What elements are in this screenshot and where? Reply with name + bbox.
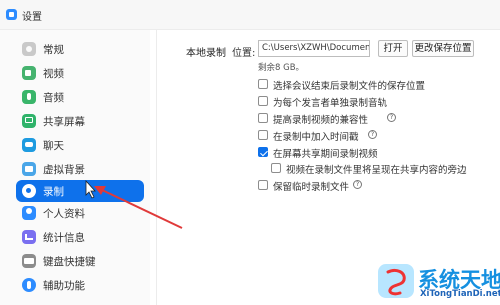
- sidebar-item-keyboard-shortcuts[interactable]: 键盘快捷键: [16, 250, 144, 272]
- change-location-button[interactable]: 更改保存位置: [412, 40, 474, 57]
- audio-icon: [22, 90, 36, 104]
- general-icon: [22, 42, 36, 56]
- keyboard-icon: [22, 254, 36, 268]
- title-bar: 设置: [0, 0, 500, 30]
- checkbox[interactable]: [258, 130, 268, 140]
- window-title: 设置: [22, 12, 42, 23]
- sidebar-item-label: 个人资料: [43, 208, 85, 220]
- help-icon[interactable]: ?: [368, 130, 377, 139]
- sidebar-item-label: 共享屏幕: [43, 116, 85, 128]
- checkbox[interactable]: [271, 163, 281, 173]
- option-label: 为每个发言者单独录制音轨: [273, 98, 388, 109]
- help-icon[interactable]: ?: [353, 180, 362, 189]
- option-label: 视频在录制文件里将呈现在共享内容的旁边: [286, 165, 467, 176]
- virtual-background-icon: [22, 162, 36, 176]
- accessibility-icon: [22, 278, 36, 292]
- sidebar-item-accessibility[interactable]: 辅助功能: [16, 274, 144, 296]
- zoom-app-icon: [6, 9, 17, 20]
- sidebar-item-label: 聊天: [43, 140, 64, 152]
- location-label: 位置:: [232, 48, 256, 59]
- sidebar-item-label: 录制: [43, 186, 64, 198]
- checkbox[interactable]: [258, 180, 268, 190]
- option-label: 选择会议结束后录制文件的保存位置: [273, 81, 426, 92]
- profile-icon: [22, 206, 36, 220]
- sidebar-item-chat[interactable]: 聊天: [16, 134, 144, 156]
- video-icon: [22, 66, 36, 80]
- option-label: 保留临时录制文件: [273, 182, 350, 193]
- sidebar-item-label: 常规: [43, 44, 64, 56]
- sidebar-item-label: 视频: [43, 68, 64, 80]
- help-icon[interactable]: ?: [387, 113, 396, 122]
- settings-sidebar: 常规 视频 音频 共享屏幕 聊天 虚拟背景 录制 个人资料 统计信息 键盘快捷键…: [0, 30, 150, 305]
- sidebar-item-general[interactable]: 常规: [16, 38, 144, 60]
- sidebar-item-label: 统计信息: [43, 232, 85, 244]
- checkbox[interactable]: [258, 79, 268, 89]
- sidebar-item-statistics[interactable]: 统计信息: [16, 226, 144, 248]
- panel-divider: [156, 30, 157, 305]
- sidebar-item-share-screen[interactable]: 共享屏幕: [16, 110, 144, 132]
- sidebar-item-virtual-background[interactable]: 虚拟背景: [16, 158, 144, 180]
- checkbox-checked[interactable]: [258, 147, 268, 157]
- watermark-url: XiTongTianDi.net: [420, 289, 500, 299]
- checkbox[interactable]: [258, 96, 268, 106]
- checkbox[interactable]: [258, 113, 268, 123]
- sidebar-item-label: 键盘快捷键: [43, 256, 96, 268]
- sidebar-item-label: 虚拟背景: [43, 164, 85, 176]
- option-label: 在屏幕共享期间录制视频: [273, 149, 378, 160]
- sidebar-item-label: 音频: [43, 92, 64, 104]
- record-icon: [22, 184, 36, 198]
- statistics-icon: [22, 230, 36, 244]
- remaining-space-text: 剩余8 GB。: [258, 63, 305, 73]
- option-label: 提高录制视频的兼容性: [273, 115, 369, 126]
- sidebar-item-video[interactable]: 视频: [16, 62, 144, 84]
- recording-path-field[interactable]: C:\Users\XZWH\Documents\Zoo: [258, 40, 370, 57]
- watermark-logo-icon: [378, 264, 414, 298]
- sidebar-item-profile[interactable]: 个人资料: [16, 202, 144, 224]
- sidebar-item-recording[interactable]: 录制: [16, 180, 144, 202]
- sidebar-item-audio[interactable]: 音频: [16, 86, 144, 108]
- chat-icon: [22, 138, 36, 152]
- open-folder-button[interactable]: 打开: [378, 40, 408, 57]
- sidebar-item-label: 辅助功能: [43, 280, 85, 292]
- local-recording-label: 本地录制: [186, 48, 226, 59]
- share-screen-icon: [22, 114, 36, 128]
- option-label: 在录制中加入时间戳: [273, 132, 359, 143]
